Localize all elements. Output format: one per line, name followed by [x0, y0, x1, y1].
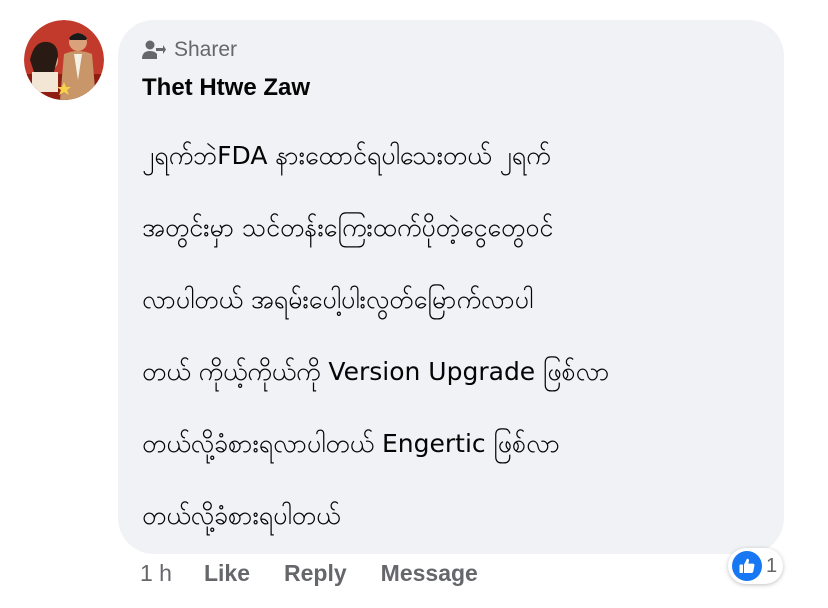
sharer-label: Sharer	[174, 38, 238, 61]
author-name[interactable]: Thet Htwe Zaw	[142, 74, 310, 102]
message-button[interactable]: Message	[381, 560, 478, 587]
like-button[interactable]: Like	[204, 560, 250, 587]
comment-timestamp[interactable]: 1 h	[140, 560, 172, 587]
reply-button[interactable]: Reply	[284, 560, 347, 587]
comment-line: ၂ရက်ဘဲFDA နားထောင်ရပါသေးတယ် ၂ရက်	[142, 141, 551, 170]
comment-view: Sharer Thet Htwe Zaw ၂ရက်ဘဲFDA နားထောင်ရ…	[0, 0, 828, 608]
sharer-icon	[142, 40, 166, 59]
reaction-summary[interactable]: 1	[728, 548, 784, 584]
comment-line: အတွင်းမှာ သင်တန်းကြေးထက်ပိုတဲ့ငွေတွေဝင်	[142, 213, 554, 242]
avatar-image	[24, 20, 104, 100]
thumbs-up-icon	[732, 551, 762, 581]
comment-line: တယ်လို့ခံစားရပါတယ်	[142, 501, 341, 530]
avatar[interactable]	[24, 20, 104, 100]
comment-line: တယ်လို့ခံစားရလာပါတယ် Engertic ဖြစ်လာ	[142, 429, 560, 458]
sharer-badge: Sharer	[142, 38, 237, 62]
comment-line: လာပါတယ် အရမ်းပေါ့ပါးလွတ်မြောက်လာပါ	[142, 285, 534, 314]
reaction-count: 1	[766, 554, 778, 577]
comment-line: တယ် ကိုယ့်ကိုယ်ကို Version Upgrade ဖြစ်လ…	[142, 357, 610, 386]
comment-bubble: Sharer Thet Htwe Zaw ၂ရက်ဘဲFDA နားထောင်ရ…	[118, 20, 784, 554]
comment-actions: 1 h Like Reply Message	[140, 560, 512, 587]
comment-text: ၂ရက်ဘဲFDA နားထောင်ရပါသေးတယ် ၂ရက် အတွင်းမ…	[142, 120, 772, 552]
